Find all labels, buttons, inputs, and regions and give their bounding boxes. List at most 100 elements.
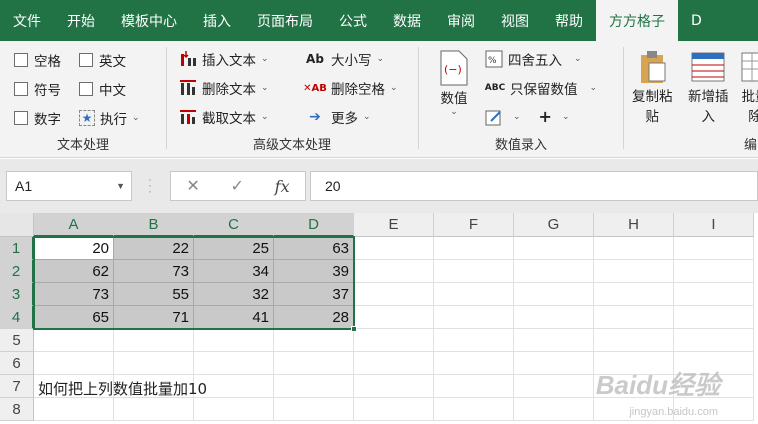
edit-values-button[interactable]: ⌄ + ⌄ [485,107,570,126]
cell-h1[interactable] [594,237,674,260]
round-button[interactable]: % 四舍五入 ⌄ [485,49,582,69]
cell-i5[interactable] [674,329,754,352]
column-header-a[interactable]: A [34,213,114,237]
cell-h5[interactable] [594,329,674,352]
cell-f8[interactable] [434,398,514,421]
cell-f2[interactable] [434,260,514,283]
plus-label[interactable]: + [539,107,552,126]
cell-c5[interactable] [194,329,274,352]
cell-f1[interactable] [434,237,514,260]
tab-file[interactable]: 文件 [0,0,54,41]
cell-f4[interactable] [434,306,514,329]
column-header-e[interactable]: E [354,213,434,237]
cell-e3[interactable] [354,283,434,306]
cell-h2[interactable] [594,260,674,283]
cell-e4[interactable] [354,306,434,329]
column-header-g[interactable]: G [514,213,594,237]
cell-c3[interactable]: 32 [194,283,274,306]
cell-f7[interactable] [434,375,514,398]
fill-handle[interactable] [351,326,357,332]
cell-b8[interactable] [114,398,194,421]
cell-e6[interactable] [354,352,434,375]
more-button[interactable]: ➔ 更多 ⌄ [304,107,370,127]
cell-a4[interactable]: 65 [34,306,114,329]
checkbox-symbol[interactable]: 符号 [14,79,61,99]
batch-delete-button[interactable]: 批量 除 [740,49,758,125]
row-header-8[interactable]: 8 [0,398,34,421]
cell-b1[interactable]: 22 [114,237,194,260]
checkbox-space[interactable]: 空格 [14,50,61,70]
cell-i2[interactable] [674,260,754,283]
row-header-5[interactable]: 5 [0,329,34,352]
row-header-2[interactable]: 2 [0,260,34,283]
tab-fangfang-gezi[interactable]: 方方格子 [596,0,678,41]
insert-text-button[interactable]: 插入文本 ⌄ [179,49,269,69]
checkbox-box[interactable] [79,82,93,96]
checkbox-number[interactable]: 数字 [14,108,61,128]
cell-f5[interactable] [434,329,514,352]
cell-a5[interactable] [34,329,114,352]
cell-d7[interactable] [274,375,354,398]
cell-g2[interactable] [514,260,594,283]
cell-c4[interactable]: 41 [194,306,274,329]
row-header-4[interactable]: 4 [0,306,34,329]
cell-g6[interactable] [514,352,594,375]
value-button[interactable]: (−) 数值 ⌄ [437,49,471,117]
cell-d3[interactable]: 37 [274,283,354,306]
cell-c1[interactable]: 25 [194,237,274,260]
checkbox-box[interactable] [14,82,28,96]
cell-h4[interactable] [594,306,674,329]
cell-i4[interactable] [674,306,754,329]
cut-text-button[interactable]: 截取文本 ⌄ [179,107,269,127]
cell-e5[interactable] [354,329,434,352]
cell-a6[interactable] [34,352,114,375]
case-button[interactable]: Ab 大小写 ⌄ [304,49,384,69]
column-header-h[interactable]: H [594,213,674,237]
cell-d6[interactable] [274,352,354,375]
cell-c2[interactable]: 34 [194,260,274,283]
tab-formulas[interactable]: 公式 [326,0,380,41]
confirm-icon[interactable]: ✓ [231,176,244,196]
tab-d[interactable]: D [678,0,715,41]
tab-page-layout[interactable]: 页面布局 [244,0,326,41]
cell-g7[interactable] [514,375,594,398]
cell-e7[interactable] [354,375,434,398]
cell-c8[interactable] [194,398,274,421]
row-header-6[interactable]: 6 [0,352,34,375]
row-header-7[interactable]: 7 [0,375,34,398]
cell-d8[interactable] [274,398,354,421]
copy-paste-button[interactable]: 复制粘 贴 [632,49,673,125]
cell-d1[interactable]: 63 [274,237,354,260]
cell-i3[interactable] [674,283,754,306]
select-all-corner[interactable] [0,213,34,237]
cell-d4[interactable]: 28 [274,306,354,329]
cell-h3[interactable] [594,283,674,306]
tab-help[interactable]: 帮助 [542,0,596,41]
cell-b4[interactable]: 71 [114,306,194,329]
execute-button[interactable]: ★ 执行 ⌄ [79,108,140,128]
tab-template-center[interactable]: 模板中心 [108,0,190,41]
column-header-i[interactable]: I [674,213,754,237]
cell-a2[interactable]: 62 [34,260,114,283]
checkbox-english[interactable]: 英文 [79,50,126,70]
column-header-d[interactable]: D [274,213,354,237]
drag-handle-icon[interactable]: · · · [148,173,152,197]
tab-view[interactable]: 视图 [488,0,542,41]
row-header-1[interactable]: 1 [0,237,34,260]
row-header-3[interactable]: 3 [0,283,34,306]
tab-review[interactable]: 审阅 [434,0,488,41]
column-header-f[interactable]: F [434,213,514,237]
cell-i1[interactable] [674,237,754,260]
cell-b5[interactable] [114,329,194,352]
name-box[interactable]: A1 ▼ [6,171,132,201]
cell-e1[interactable] [354,237,434,260]
tab-home[interactable]: 开始 [54,0,108,41]
cell-g1[interactable] [514,237,594,260]
cancel-icon[interactable]: ✕ [186,176,199,196]
new-insert-button[interactable]: 新增插 入 [688,49,729,125]
cell-f6[interactable] [434,352,514,375]
cell-g8[interactable] [514,398,594,421]
cell-g4[interactable] [514,306,594,329]
cell-g3[interactable] [514,283,594,306]
cell-c6[interactable] [194,352,274,375]
